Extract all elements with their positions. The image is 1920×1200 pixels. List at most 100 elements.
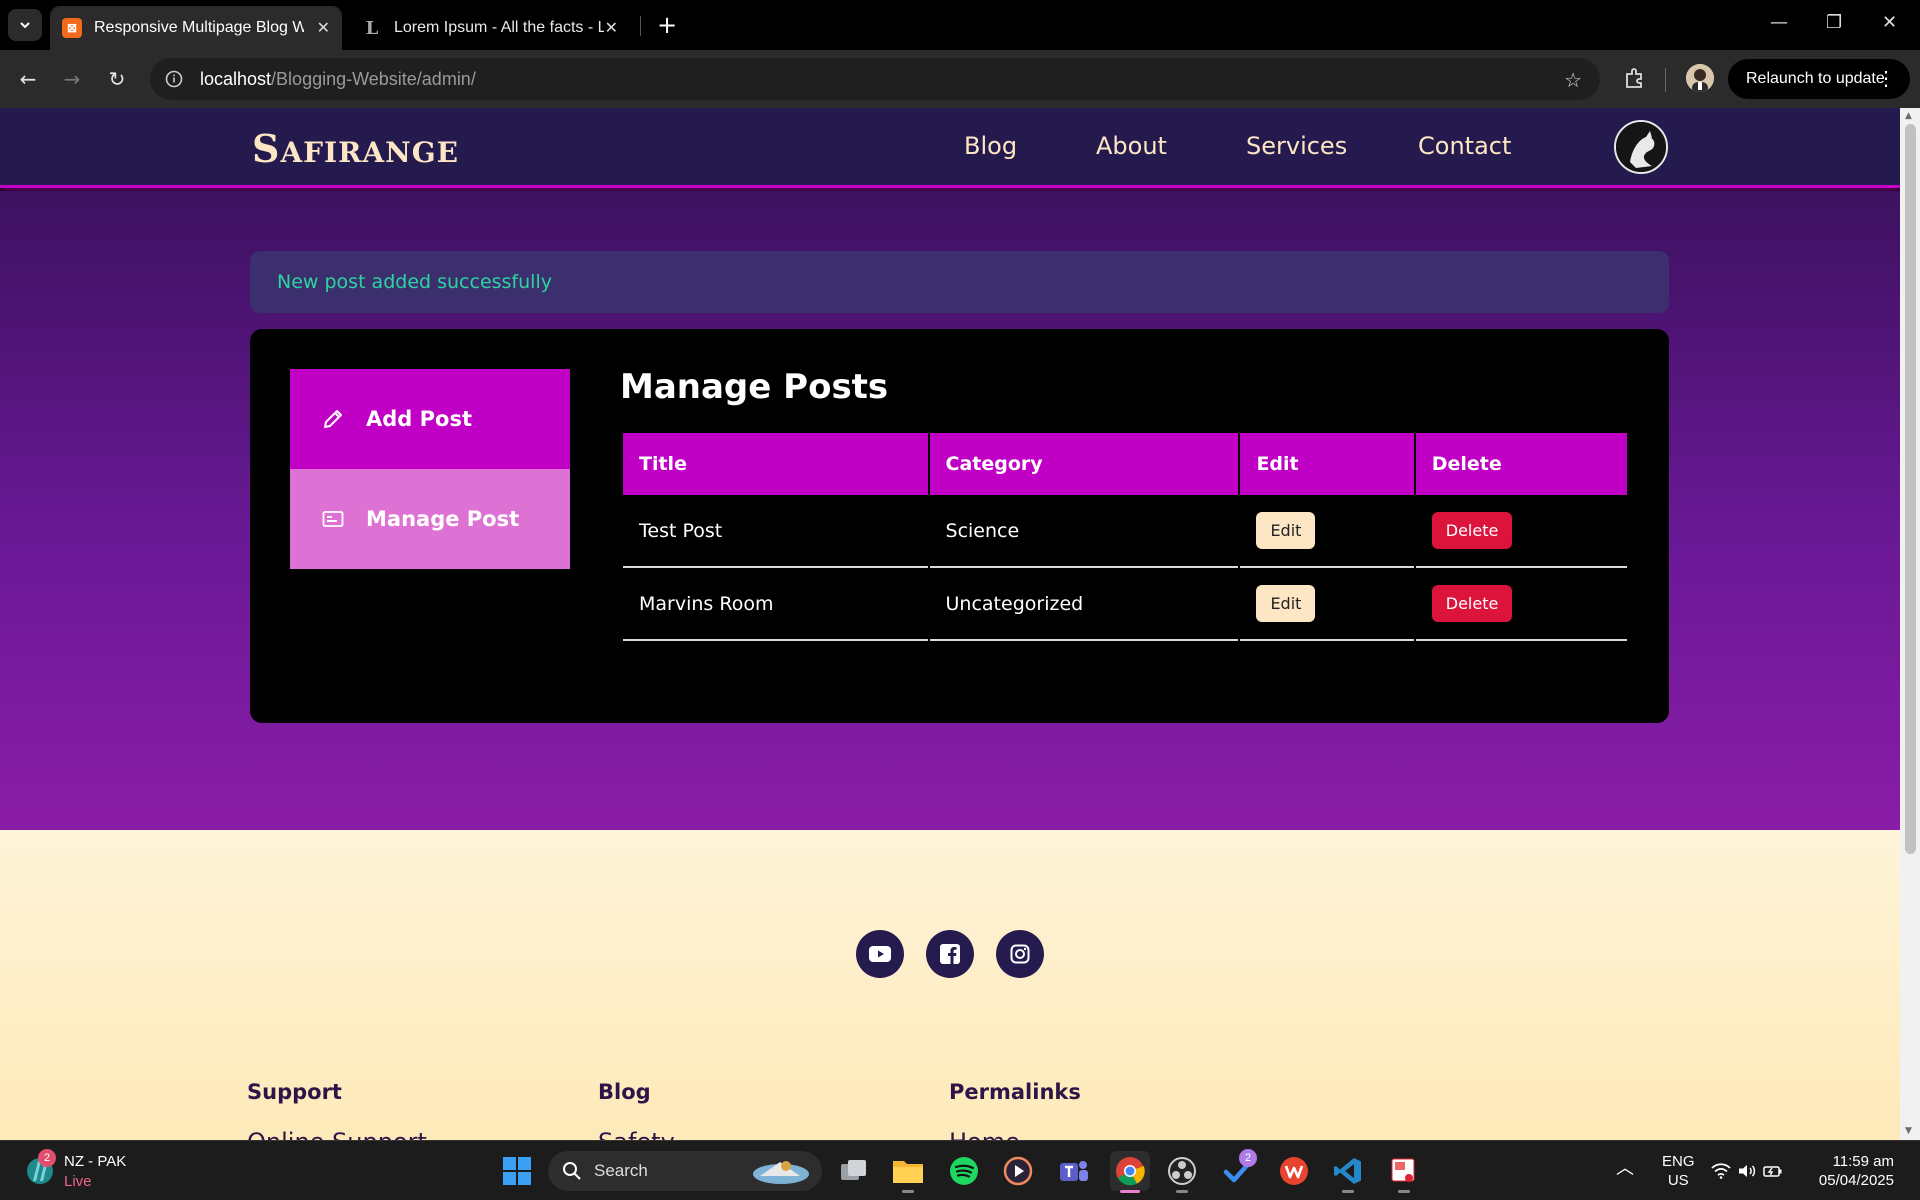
table-row: Test Post Science Edit Delete [623, 495, 1627, 568]
spotify-icon[interactable] [946, 1153, 982, 1189]
vscode-icon[interactable] [1330, 1153, 1366, 1189]
nav-link-contact[interactable]: Contact [1418, 132, 1511, 160]
site-footer: Support Online Support Blog Safety Perma… [0, 830, 1900, 1140]
footer-column-title: Support [247, 1080, 342, 1104]
language-indicator[interactable]: ENG US [1662, 1152, 1695, 1190]
card-icon [322, 511, 344, 527]
restore-icon[interactable]: ❐ [1826, 12, 1842, 33]
post-category-cell: Uncategorized [929, 568, 1239, 641]
relaunch-label: Relaunch to update [1746, 70, 1885, 87]
site-header: SAFIRANGE Blog About Services Contact [0, 108, 1900, 188]
delete-cell: Delete [1415, 568, 1627, 641]
news-widget-status: Live [64, 1173, 92, 1190]
relaunch-button[interactable]: Relaunch to update ⋮ [1728, 59, 1910, 99]
running-indicator [902, 1190, 914, 1193]
toolbar-divider [1665, 68, 1666, 92]
edit-button[interactable]: Edit [1256, 585, 1316, 622]
windows-start-icon[interactable] [499, 1153, 535, 1189]
edit-button[interactable]: Edit [1256, 512, 1316, 549]
url-text: localhost/Blogging-Website/admin/ [200, 69, 476, 90]
footer-column-title: Blog [598, 1080, 651, 1104]
search-icon [563, 1162, 581, 1180]
post-category-cell: Science [929, 495, 1239, 568]
tab-active[interactable]: ⊠ Responsive Multipage Blog Wel ✕ [50, 6, 342, 50]
instagram-icon[interactable] [996, 930, 1044, 978]
battery-icon[interactable] [1762, 1153, 1784, 1189]
youtube-icon[interactable] [856, 930, 904, 978]
teams-icon[interactable] [1056, 1153, 1092, 1189]
nav-link-about[interactable]: About [1096, 132, 1167, 160]
table-row: Marvins Room Uncategorized Edit Delete [623, 568, 1627, 641]
xampp-favicon-icon: ⊠ [62, 18, 82, 38]
nav-link-services[interactable]: Services [1246, 132, 1347, 160]
tab-title: Lorem Ipsum - All the facts - Li [394, 19, 604, 36]
footer-column-title: Permalinks [949, 1080, 1081, 1104]
wps-office-icon[interactable] [1276, 1153, 1312, 1189]
task-view-icon[interactable] [836, 1153, 872, 1189]
chrome-icon[interactable] [1110, 1151, 1150, 1191]
column-header-category: Category [929, 433, 1239, 495]
tab-inactive[interactable]: L Lorem Ipsum - All the facts - Li ✕ [350, 6, 630, 50]
extensions-icon[interactable] [1622, 65, 1650, 93]
sidebar-item-add-post[interactable]: Add Post [290, 369, 570, 469]
tab-title: Responsive Multipage Blog Wel [94, 19, 304, 36]
site-info-icon[interactable] [164, 69, 184, 89]
language-code: ENG [1662, 1153, 1695, 1170]
back-icon[interactable]: ← [14, 65, 42, 93]
clock[interactable]: 11:59 am 05/04/2025 [1812, 1152, 1894, 1190]
scroll-down-arrow-icon[interactable]: ▼ [1905, 1126, 1912, 1136]
chevron-down-icon [20, 22, 30, 29]
reload-icon[interactable]: ↻ [103, 65, 131, 93]
volume-icon[interactable] [1736, 1153, 1758, 1189]
keyboard-region: US [1667, 1172, 1689, 1189]
running-indicator [1176, 1190, 1188, 1193]
forward-icon[interactable]: → [58, 65, 86, 93]
logo-initial: S [252, 126, 281, 171]
sidebar-item-manage-post[interactable]: Manage Post [290, 469, 570, 569]
edit-cell: Edit [1240, 495, 1414, 568]
clock-time: 11:59 am [1832, 1153, 1894, 1170]
delete-button[interactable]: Delete [1431, 585, 1513, 622]
facebook-icon[interactable] [926, 930, 974, 978]
new-tab-button[interactable]: + [652, 10, 682, 40]
footer-link[interactable]: Online Support [247, 1128, 427, 1140]
nav-link-blog[interactable]: Blog [964, 132, 1017, 160]
file-explorer-icon[interactable] [890, 1153, 926, 1189]
url-host: localhost [200, 68, 272, 89]
success-alert: New post added successfully [250, 251, 1669, 313]
taskbar: 2 NZ - PAK Live Search 2 ︿ ENG US 11:59 … [0, 1140, 1920, 1200]
show-hidden-icons-icon[interactable]: ︿ [1616, 1159, 1634, 1178]
page-scrollbar[interactable]: ▲ ▼ [1900, 108, 1920, 1140]
menu-dots-icon[interactable]: ⋮ [1876, 66, 1896, 91]
news-widget-title[interactable]: NZ - PAK [64, 1152, 126, 1171]
snipping-tool-icon[interactable] [1386, 1153, 1422, 1189]
wifi-icon[interactable] [1710, 1153, 1732, 1189]
sidebar-item-label: Manage Post [366, 507, 520, 531]
address-bar[interactable]: localhost/Blogging-Website/admin/ ☆ [150, 58, 1600, 100]
browser-toolbar: ← → ↻ localhost/Blogging-Website/admin/ … [0, 50, 1920, 108]
delete-button[interactable]: Delete [1431, 512, 1513, 549]
obs-icon[interactable] [1164, 1153, 1200, 1189]
running-indicator [1398, 1190, 1410, 1193]
media-player-icon[interactable] [1000, 1153, 1036, 1189]
search-label: Search [594, 1161, 648, 1180]
profile-avatar[interactable] [1686, 64, 1714, 92]
edit-cell: Edit [1240, 568, 1414, 641]
close-tab-icon[interactable]: ✕ [317, 18, 330, 38]
running-indicator [1342, 1190, 1354, 1193]
url-path: /Blogging-Website/admin/ [271, 68, 476, 89]
user-avatar[interactable] [1614, 120, 1668, 174]
close-tab-icon[interactable]: ✕ [605, 18, 618, 38]
delete-cell: Delete [1415, 495, 1627, 568]
scrollbar-thumb[interactable] [1905, 124, 1916, 854]
site-logo[interactable]: SAFIRANGE [252, 126, 459, 171]
tab-divider [640, 16, 641, 36]
footer-link[interactable]: Safety [598, 1128, 675, 1140]
footer-link[interactable]: Home [949, 1128, 1020, 1140]
taskbar-search[interactable]: Search [548, 1151, 822, 1191]
minimize-icon[interactable]: — [1770, 12, 1788, 33]
close-window-icon[interactable]: ✕ [1882, 12, 1897, 33]
bookmark-star-icon[interactable]: ☆ [1564, 68, 1582, 92]
tab-search-button[interactable] [8, 9, 42, 41]
scroll-up-arrow-icon[interactable]: ▲ [1905, 111, 1912, 121]
